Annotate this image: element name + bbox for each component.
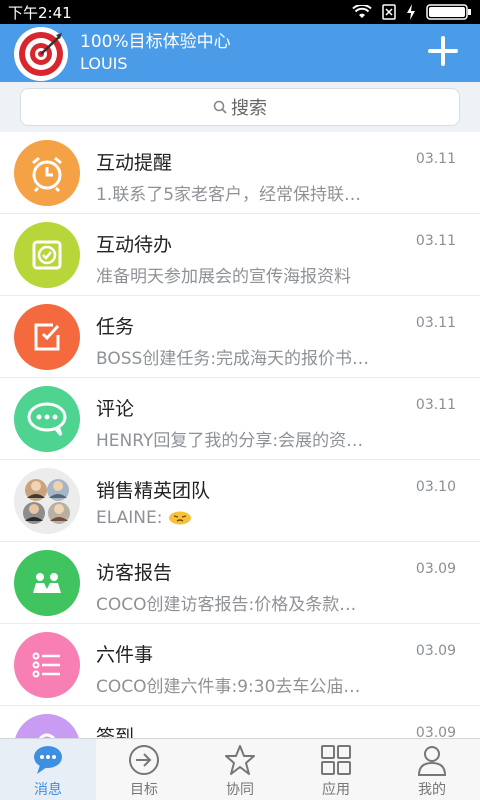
item-date: 03.09 <box>415 561 456 577</box>
tab-apps[interactable]: 应用 <box>288 739 384 800</box>
item-title: 互动待办 <box>96 234 173 256</box>
header-text: 100%目标体验中心 LOUIS <box>80 31 231 75</box>
tab-collaborate[interactable]: 协同 <box>192 739 288 800</box>
item-preview: ELAINE: <box>96 508 426 528</box>
item-title: 六件事 <box>96 644 154 666</box>
list-item[interactable]: 评论 03.11 HENRY回复了我的分享:会展的资… <box>0 378 480 460</box>
org-name: 100%目标体验中心 <box>80 32 231 52</box>
item-preview: COCO创建访客报告:价格及条款… <box>96 595 357 615</box>
no-sim-icon <box>382 4 396 20</box>
search-icon <box>213 100 227 114</box>
item-date: 03.11 <box>415 315 456 331</box>
profile-icon <box>417 746 447 776</box>
status-bar: 下午2:41 <box>0 0 480 24</box>
list-item[interactable]: 访客报告 03.09 COCO创建访客报告:价格及条款… <box>0 542 480 624</box>
search-placeholder: 搜索 <box>231 98 267 119</box>
app-header: 100%目标体验中心 LOUIS <box>0 24 480 82</box>
preview-text: ELAINE: <box>96 508 163 528</box>
tab-mine[interactable]: 我的 <box>384 739 480 800</box>
item-title: 评论 <box>96 398 135 420</box>
tab-label: 协同 <box>226 782 254 798</box>
item-date: 03.11 <box>415 233 456 249</box>
battery-icon <box>426 4 471 20</box>
item-title: 销售精英团队 <box>96 480 211 502</box>
item-preview: BOSS创建任务:完成海天的报价书… <box>96 349 370 369</box>
comment-bubble-icon <box>14 386 80 452</box>
item-date: 03.10 <box>415 479 456 495</box>
list-icon <box>14 632 80 698</box>
list-item[interactable]: 任务 03.11 BOSS创建任务:完成海天的报价书… <box>0 296 480 378</box>
item-title: 访客报告 <box>96 562 173 584</box>
tab-bar: 消息 目标 协同 应用 我的 <box>0 738 480 800</box>
wifi-icon <box>352 5 372 18</box>
status-time: 下午2:41 <box>8 3 72 22</box>
item-date: 03.11 <box>415 151 456 167</box>
search-area: 搜索 <box>0 82 480 132</box>
apps-grid-icon <box>321 745 351 775</box>
message-list: 互动提醒 03.11 1.联系了5家老客户，经常保持联… 互动待办 03.11 … <box>0 132 480 738</box>
message-icon <box>34 746 62 774</box>
list-item[interactable]: 互动提醒 03.11 1.联系了5家老客户，经常保持联… <box>0 132 480 214</box>
item-preview: HENRY回复了我的分享:会展的资… <box>96 431 364 451</box>
list-item[interactable]: 签到 03.09 <box>0 706 480 738</box>
item-preview: COCO创建六件事:9:30去车公庙… <box>96 677 361 697</box>
team-avatar-icon <box>14 468 80 534</box>
add-button[interactable] <box>428 36 458 66</box>
item-title: 任务 <box>96 316 135 338</box>
user-name: LOUIS <box>80 54 128 73</box>
alarm-clock-icon <box>14 140 80 206</box>
list-item[interactable]: 销售精英团队 03.10 ELAINE: <box>0 460 480 542</box>
tab-label: 目标 <box>130 782 158 798</box>
list-item[interactable]: 六件事 03.09 COCO创建六件事:9:30去车公庙… <box>0 624 480 706</box>
item-preview: 1.联系了5家老客户，经常保持联… <box>96 185 362 205</box>
tab-label: 我的 <box>418 782 446 798</box>
target-logo-icon[interactable] <box>14 27 68 81</box>
search-input[interactable]: 搜索 <box>20 88 460 126</box>
checkin-icon <box>14 714 80 738</box>
tab-messages[interactable]: 消息 <box>0 739 96 800</box>
item-title: 签到 <box>96 726 135 738</box>
tab-goals[interactable]: 目标 <box>96 739 192 800</box>
item-date: 03.09 <box>415 643 456 659</box>
emoji-icon <box>168 511 191 525</box>
status-icons <box>352 4 472 20</box>
tab-label: 应用 <box>322 782 350 798</box>
target-icon <box>129 745 159 775</box>
item-preview: 准备明天参加展会的宣传海报资料 <box>96 267 351 287</box>
item-date: 03.11 <box>415 397 456 413</box>
item-date: 03.09 <box>415 725 456 738</box>
visitor-icon <box>14 550 80 616</box>
item-title: 互动提醒 <box>96 152 173 174</box>
task-icon <box>14 304 80 370</box>
tab-label: 消息 <box>34 782 62 798</box>
star-icon <box>225 745 255 775</box>
charging-icon <box>407 4 415 20</box>
list-item[interactable]: 互动待办 03.11 准备明天参加展会的宣传海报资料 <box>0 214 480 296</box>
checkbox-icon <box>14 222 80 288</box>
